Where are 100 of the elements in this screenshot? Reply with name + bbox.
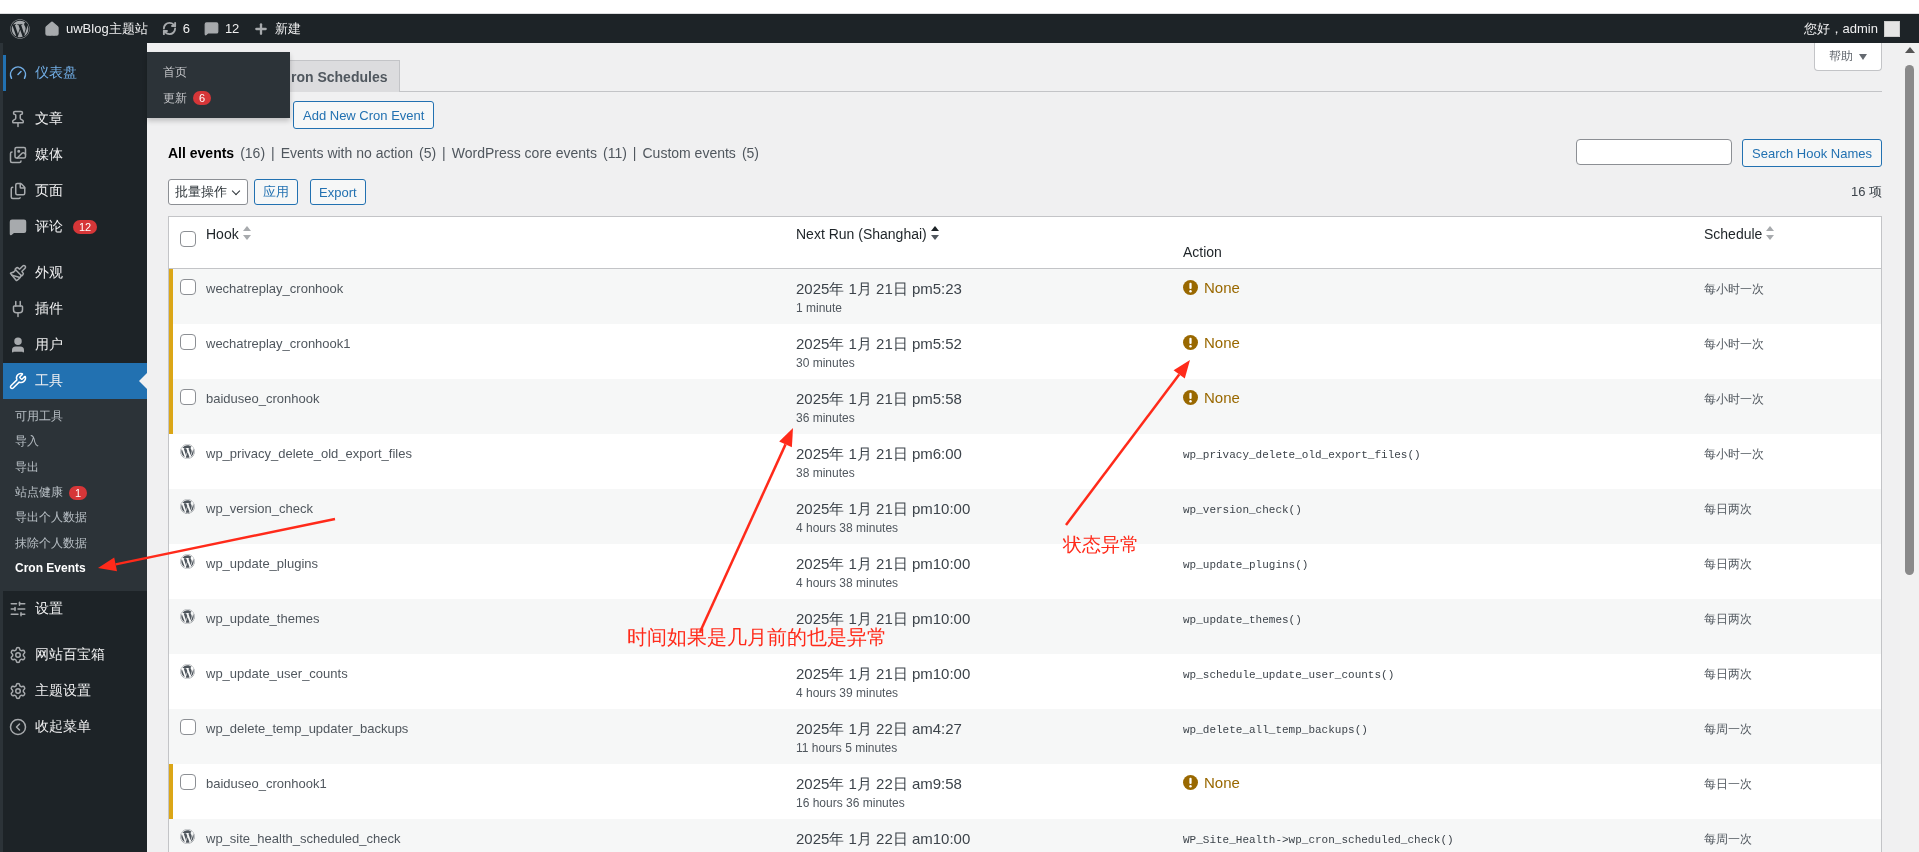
menu-label: 网站百宝箱	[35, 646, 105, 665]
comments-count[interactable]: 12	[224, 21, 240, 36]
logo-icon	[180, 554, 195, 569]
help-button[interactable]: 帮助	[1814, 43, 1882, 71]
menu-item[interactable]: 评论 12	[3, 209, 147, 245]
select-all-checkbox[interactable]	[180, 231, 196, 247]
menu-label: 收起菜单	[35, 718, 91, 737]
next-run: 2025年 1月 22日 am4:27	[796, 719, 963, 739]
avatar[interactable]	[1884, 20, 1900, 37]
row-checkbox[interactable]	[180, 389, 196, 405]
comment-icon[interactable]	[203, 21, 219, 36]
logo-icon[interactable]	[10, 18, 30, 39]
new-link[interactable]: 新建	[275, 19, 302, 38]
updates-count[interactable]: 6	[182, 21, 190, 36]
next-run: 2025年 1月 22日 am9:58	[796, 774, 963, 794]
flyout-item[interactable]: 首页	[163, 63, 187, 81]
next-run: 2025年 1月 22日 am10:00	[796, 829, 972, 849]
menu-item[interactable]: 用户	[3, 327, 147, 363]
count-badge: 1	[69, 485, 88, 500]
menu-item[interactable]: 工具	[3, 363, 147, 399]
warning-icon	[1183, 280, 1198, 295]
flyout-item[interactable]: 更新	[163, 89, 187, 107]
next-run: 2025年 1月 21日 pm10:00	[796, 499, 972, 519]
count-badge: 12	[73, 220, 98, 234]
schedule: 每日一次	[1704, 777, 1752, 791]
action-status: None	[1204, 334, 1240, 351]
add-button[interactable]: Add New Cron Event	[293, 101, 435, 129]
relative-time: 16 hours 36 minutes	[796, 796, 906, 810]
logo-icon	[180, 444, 195, 459]
next-run: 2025年 1月 21日 pm10:00	[796, 609, 972, 627]
site-link[interactable]: uwBlog主题站	[66, 19, 148, 38]
column-header[interactable]: Next Run (Shanghai)	[796, 226, 927, 242]
relative-time: 38 minutes	[796, 466, 856, 480]
submenu-item[interactable]: 可用工具	[15, 408, 63, 426]
next-run: 2025年 1月 21日 pm10:00	[796, 664, 972, 684]
menu-item[interactable]: 外观	[3, 255, 147, 291]
submenu-item[interactable]: 导入	[15, 433, 39, 451]
action-callback: wp_delete_all_temp_backups()	[1183, 723, 1368, 736]
item-count: 16 项	[1850, 183, 1882, 201]
search-button[interactable]: Search Hook Names	[1742, 139, 1882, 167]
scroll-up-icon[interactable]	[1904, 47, 1915, 53]
action-callback: wp_privacy_delete_old_export_files()	[1183, 448, 1421, 461]
menu-item[interactable]: 设置	[3, 591, 147, 628]
submenu-item[interactable]: 导出	[15, 458, 39, 476]
menu-item[interactable]: 文章	[3, 101, 147, 137]
action-status: None	[1204, 279, 1240, 296]
row-checkbox[interactable]	[180, 334, 196, 350]
submenu-item[interactable]: 站点健康	[15, 484, 63, 502]
menu-label: 文章	[35, 110, 63, 128]
menu-item[interactable]: 插件	[3, 291, 147, 327]
submenu-item[interactable]: 抹除个人数据	[15, 534, 87, 552]
menu-item[interactable]: 网站百宝箱	[3, 637, 147, 674]
filter-link[interactable]: All events	[168, 145, 235, 161]
scroll-thumb[interactable]	[1905, 65, 1914, 575]
hook-name: wp_site_health_scheduled_check	[206, 831, 401, 846]
relative-time: 4 hours 38 minutes	[796, 576, 900, 590]
column-header[interactable]: Schedule	[1704, 226, 1763, 242]
hook-name: wp_version_check	[206, 501, 313, 516]
filter-link[interactable]: Events with no action	[280, 145, 413, 161]
gear-icon	[9, 646, 27, 665]
greeting[interactable]: 您好，admin	[1803, 19, 1878, 38]
schedule: 每小时一次	[1704, 337, 1764, 351]
gear-icon	[9, 682, 27, 701]
row-checkbox[interactable]	[180, 774, 196, 790]
hook-name: baiduseo_cronhook1	[206, 776, 327, 791]
schedule: 每小时一次	[1704, 392, 1764, 406]
row-checkbox[interactable]	[180, 719, 196, 735]
relative-time: 1 minute	[796, 301, 844, 315]
submenu-item[interactable]: Cron Events	[15, 561, 86, 576]
home-icon[interactable]	[44, 20, 60, 37]
export-button[interactable]: Export	[310, 179, 366, 205]
action-callback: wp_schedule_update_user_counts()	[1183, 668, 1395, 681]
schedule: 每日两次	[1704, 557, 1752, 571]
menu-item[interactable]: 页面	[3, 173, 147, 209]
collapse-icon	[9, 718, 27, 737]
menu-label: 外观	[35, 264, 63, 282]
logo-icon	[180, 664, 195, 679]
filter-count: (5)	[741, 145, 759, 161]
separator: |	[442, 145, 446, 161]
menu-item[interactable]: 收起菜单	[3, 709, 147, 746]
filter-link[interactable]: WordPress core events	[451, 145, 597, 161]
column-header[interactable]: Hook	[206, 226, 239, 242]
updates-icon[interactable]	[161, 21, 177, 36]
bulk-select[interactable]: 批量操作	[168, 179, 248, 205]
apply-button[interactable]: 应用	[254, 179, 298, 205]
menu-item[interactable]: 主题设置	[3, 673, 147, 710]
menu-label: 设置	[35, 600, 63, 619]
plus-icon[interactable]	[253, 20, 270, 37]
relative-time: 36 minutes	[796, 411, 856, 425]
wrench-icon	[9, 372, 27, 390]
search-field[interactable]	[1576, 139, 1733, 165]
warning-icon	[1183, 335, 1198, 350]
submenu-item[interactable]: 导出个人数据	[15, 509, 87, 527]
menu-label: 用户	[35, 336, 63, 354]
menu-item[interactable]: 媒体	[3, 137, 147, 173]
filter-count: (16)	[240, 145, 266, 161]
action-callback: wp_update_plugins()	[1183, 558, 1309, 571]
person-icon	[9, 336, 27, 354]
row-checkbox[interactable]	[180, 279, 196, 295]
filter-link[interactable]: Custom events	[642, 145, 736, 161]
